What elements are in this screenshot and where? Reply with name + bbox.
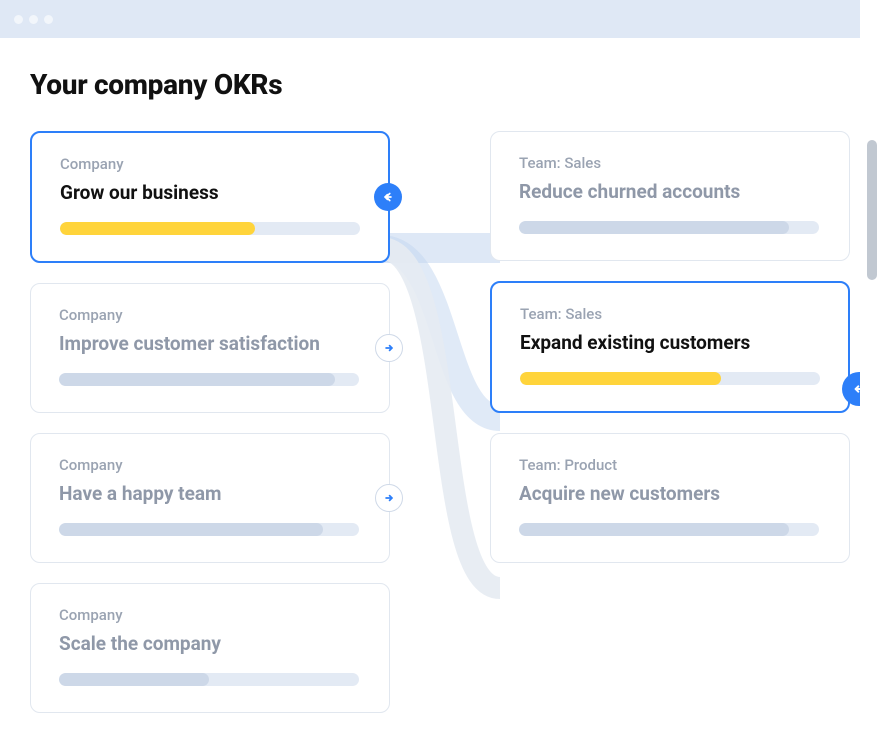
okr-progress-bar: [59, 373, 359, 386]
okr-progress-bar: [519, 523, 819, 536]
okr-scope-label: Team: Sales: [519, 154, 821, 172]
okr-progress-fill: [59, 673, 209, 686]
arrow-right-icon: [382, 491, 396, 505]
okr-card-scale-company[interactable]: Company Scale the company: [30, 583, 390, 713]
okr-scope-label: Company: [59, 306, 361, 324]
window-control-dot: [29, 15, 38, 24]
okr-title: Reduce churned accounts: [519, 180, 821, 203]
okr-title: Have a happy team: [59, 482, 361, 505]
expand-arrow-button[interactable]: [375, 334, 403, 362]
okr-progress-bar: [519, 221, 819, 234]
window-titlebar: [0, 0, 860, 38]
okr-title: Grow our business: [60, 181, 360, 204]
okr-scope-label: Team: Product: [519, 456, 821, 474]
okr-card-customer-satisfaction[interactable]: Company Improve customer satisfaction: [30, 283, 390, 413]
page-title: Your company OKRs: [30, 68, 830, 101]
okr-card-expand-customers[interactable]: Team: Sales Expand existing customers: [490, 281, 850, 413]
okr-progress-bar: [60, 222, 360, 235]
okr-progress-fill: [519, 523, 789, 536]
okr-scope-label: Company: [59, 606, 361, 624]
okr-card-reduce-churn[interactable]: Team: Sales Reduce churned accounts: [490, 131, 850, 261]
okr-progress-fill: [60, 222, 255, 235]
okr-scope-label: Team: Sales: [520, 305, 820, 323]
collapse-arrow-button[interactable]: [374, 183, 402, 211]
okr-progress-fill: [520, 372, 721, 385]
okr-title: Expand existing customers: [520, 331, 820, 354]
okr-progress-bar: [520, 372, 820, 385]
window-control-dot: [14, 15, 23, 24]
okr-card-acquire-customers[interactable]: Team: Product Acquire new customers: [490, 433, 850, 563]
scrollbar-thumb[interactable]: [867, 140, 877, 280]
expand-arrow-button[interactable]: [375, 484, 403, 512]
okr-scope-label: Company: [59, 456, 361, 474]
okr-progress-fill: [519, 221, 789, 234]
okr-scope-label: Company: [60, 155, 360, 173]
okr-title: Acquire new customers: [519, 482, 821, 505]
team-okr-column: Team: Sales Reduce churned accounts Team…: [490, 131, 850, 713]
okr-progress-fill: [59, 523, 323, 536]
arrow-left-icon: [851, 381, 860, 397]
window-control-dot: [44, 15, 53, 24]
okr-progress-bar: [59, 673, 359, 686]
okr-title: Improve customer satisfaction: [59, 332, 361, 355]
okr-title: Scale the company: [59, 632, 361, 655]
okr-card-grow-business[interactable]: Company Grow our business: [30, 131, 390, 263]
company-okr-column: Company Grow our business Company Improv…: [30, 131, 390, 713]
arrow-right-icon: [382, 341, 396, 355]
okr-card-happy-team[interactable]: Company Have a happy team: [30, 433, 390, 563]
okr-progress-fill: [59, 373, 335, 386]
okr-progress-bar: [59, 523, 359, 536]
arrow-left-icon: [381, 190, 395, 204]
